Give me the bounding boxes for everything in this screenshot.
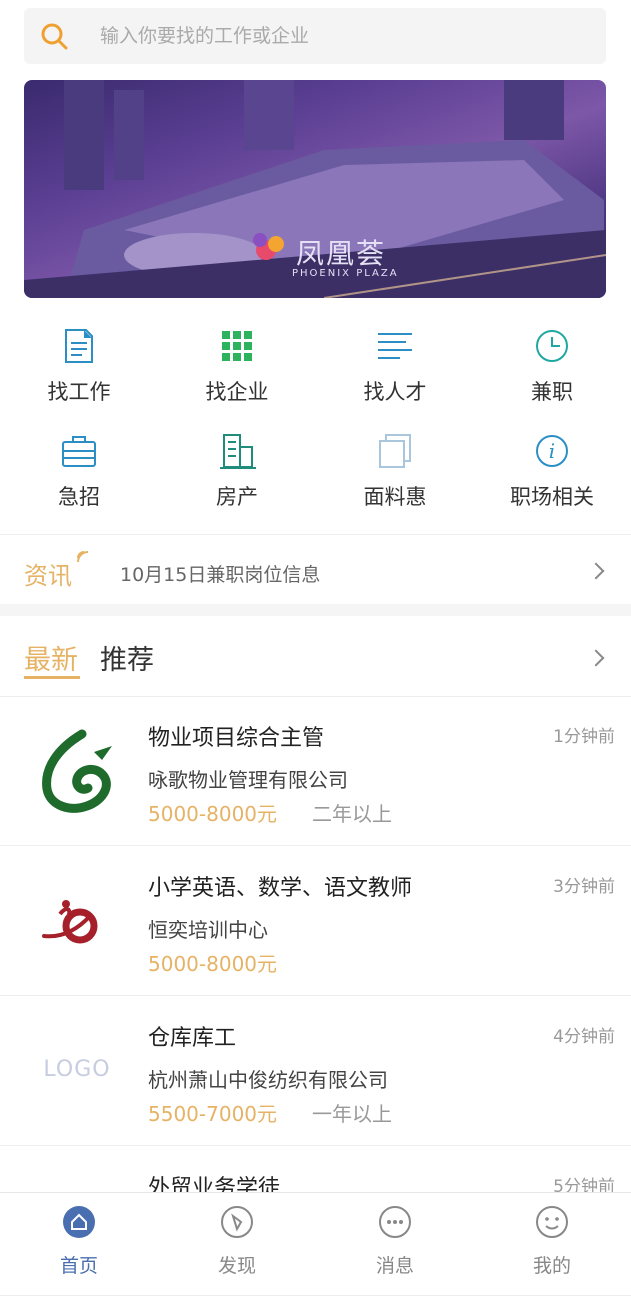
job-title: 小学英语、数学、语文教师 (148, 876, 413, 901)
job-tabs: 最新 推荐 (0, 618, 631, 697)
category-label: 房产 (216, 485, 258, 509)
category-label: 找工作 (47, 380, 111, 404)
tab-recommended[interactable]: 推荐 (100, 638, 154, 677)
grid-icon (222, 331, 252, 361)
job-company: 恒奕培训中心 (148, 918, 268, 942)
category-label: 找企业 (205, 380, 269, 404)
category-find-job[interactable]: 找工作 (0, 318, 158, 418)
home-icon (63, 1206, 95, 1238)
company-logo (42, 729, 112, 813)
briefcase-icon (62, 436, 96, 467)
category-label: 职场相关 (510, 485, 594, 509)
nav-home[interactable]: 首页 (0, 1193, 158, 1281)
compass-icon (221, 1206, 253, 1238)
category-part-time[interactable]: 兼职 (473, 318, 631, 418)
job-experience: 一年以上 (312, 1102, 392, 1126)
job-salary: 5000-8000元 (148, 952, 278, 976)
job-list-item[interactable]: LOGO 仓库库工 4分钟前 杭州萧山中俊纺织有限公司 5500-7000元 一… (0, 996, 631, 1146)
category-urgent[interactable]: 急招 (0, 423, 158, 523)
category-label: 面料惠 (363, 485, 427, 509)
smiley-icon (536, 1206, 568, 1238)
news-text: 10月15日兼职岗位信息 (120, 564, 321, 586)
search-placeholder: 输入你要找的工作或企业 (100, 25, 310, 47)
search-bar[interactable]: 输入你要找的工作或企业 (24, 8, 606, 64)
job-company: 咏歌物业管理有限公司 (148, 768, 348, 792)
nav-label: 发现 (217, 1255, 256, 1277)
logo-placeholder-text: LOGO (43, 1056, 111, 1082)
tab-active-indicator (24, 676, 80, 679)
job-time: 1分钟前 (553, 727, 615, 747)
nav-label: 我的 (532, 1255, 571, 1277)
job-list-item[interactable]: 小学英语、数学、语文教师 3分钟前 恒奕培训中心 5000-8000元 (0, 846, 631, 996)
job-title: 仓库库工 (148, 1026, 237, 1051)
bottom-nav: 首页 发现 消息 我的 (0, 1192, 631, 1281)
lines-icon (378, 333, 412, 359)
category-career[interactable]: i 职场相关 (473, 423, 631, 523)
category-fabric[interactable]: 面料惠 (316, 423, 474, 523)
job-experience: 二年以上 (312, 802, 392, 826)
category-find-company[interactable]: 找企业 (158, 318, 316, 418)
job-salary: 5000-8000元 (148, 802, 278, 826)
job-list-item[interactable]: 物业项目综合主管 1分钟前 咏歌物业管理有限公司 5000-8000元 二年以上 (0, 696, 631, 846)
nav-messages[interactable]: 消息 (316, 1193, 474, 1281)
banner-brand-en: PHOENIX PLAZA (292, 268, 399, 279)
layers-icon (379, 434, 411, 468)
category-label: 急招 (58, 485, 100, 509)
job-salary: 5500-7000元 (148, 1102, 278, 1126)
info-icon: i (536, 435, 568, 467)
job-time: 3分钟前 (553, 877, 615, 897)
signal-icon (77, 551, 89, 563)
company-logo (42, 900, 98, 944)
nav-label: 消息 (375, 1255, 414, 1277)
nav-discover[interactable]: 发现 (158, 1193, 316, 1281)
tab-latest[interactable]: 最新 (24, 638, 78, 677)
divider (0, 534, 631, 535)
category-real-estate[interactable]: 房产 (158, 423, 316, 523)
news-ticker[interactable]: 资讯 10月15日兼职岗位信息 (0, 536, 631, 606)
nav-profile[interactable]: 我的 (473, 1193, 631, 1281)
chevron-right-icon (587, 562, 605, 580)
chevron-right-icon[interactable] (587, 649, 605, 667)
promo-banner[interactable]: 凤凰荟 PHOENIX PLAZA (24, 80, 606, 298)
company-logo-placeholder: LOGO (32, 1024, 122, 1114)
category-label: 兼职 (531, 380, 573, 404)
search-icon (41, 23, 68, 50)
news-tag: 资讯 (24, 562, 72, 590)
chat-icon (379, 1206, 411, 1238)
job-title: 物业项目综合主管 (148, 726, 325, 751)
category-label: 找人才 (363, 380, 427, 404)
nav-label: 首页 (59, 1255, 98, 1277)
document-icon (65, 329, 93, 363)
category-find-talent[interactable]: 找人才 (316, 318, 474, 418)
section-gap (0, 604, 631, 616)
job-company: 杭州萧山中俊纺织有限公司 (148, 1068, 388, 1092)
job-time: 4分钟前 (553, 1027, 615, 1047)
svg-text:i: i (549, 439, 555, 463)
banner-brand-cn: 凤凰荟 (296, 237, 387, 270)
building-icon (220, 434, 256, 469)
clock-icon (536, 330, 568, 362)
